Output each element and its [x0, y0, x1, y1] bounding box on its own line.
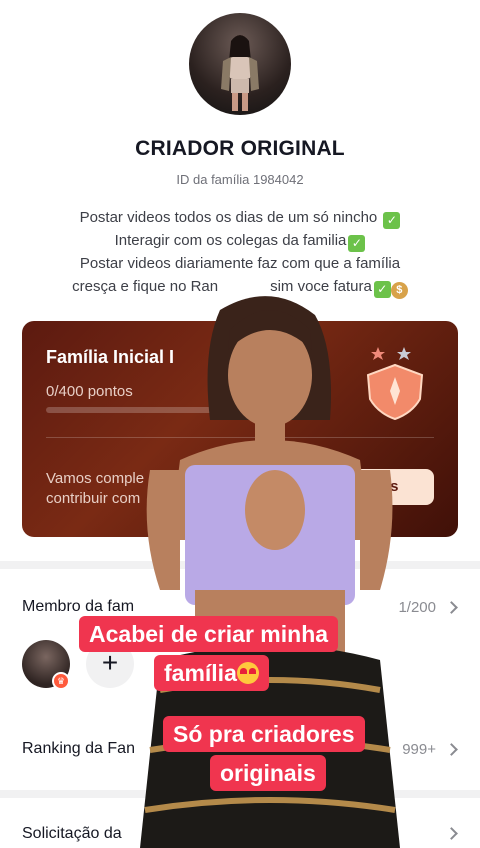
family-avatar[interactable] [189, 13, 291, 115]
caption-line-2-text: família [164, 660, 237, 686]
request-label[interactable]: Solicitação da [22, 825, 122, 843]
ranking-label[interactable]: Ranking da Fan [22, 740, 135, 758]
heart-eyes-emoji-icon [236, 662, 259, 684]
chevron-right-icon[interactable] [445, 827, 458, 840]
members-label[interactable]: Membro da fam [22, 598, 134, 616]
creator-photo [221, 35, 259, 111]
chevron-right-icon[interactable] [445, 601, 458, 614]
caption-line-3: Só pra criadores [163, 716, 365, 752]
family-id: ID da família 1984042 [176, 172, 304, 187]
caption-line-4: originais [210, 755, 326, 791]
family-points: 0/400 pontos [46, 383, 133, 400]
members-count: 1/200 [398, 599, 436, 616]
chevron-right-icon[interactable] [445, 743, 458, 756]
ranking-value: 999+ [402, 741, 436, 758]
bio-line-3: Postar videos diariamente faz com que a … [79, 255, 401, 272]
family-bio: Postar videos todos os dias de um só nin… [20, 206, 460, 299]
check-emoji-icon: ✓ [383, 212, 401, 229]
crown-badge-icon: ♛ [52, 672, 70, 690]
caption-line-2: família [154, 655, 269, 691]
bio-line-2: Interagir com os colegas da familia [114, 232, 347, 249]
bio-line-1: Postar videos todos os dias de um só nin… [79, 209, 378, 226]
caption-line-1: Acabei de criar minha [79, 616, 339, 652]
page-title: CRIADOR ORIGINAL [135, 137, 345, 160]
check-emoji-icon: ✓ [348, 235, 366, 252]
